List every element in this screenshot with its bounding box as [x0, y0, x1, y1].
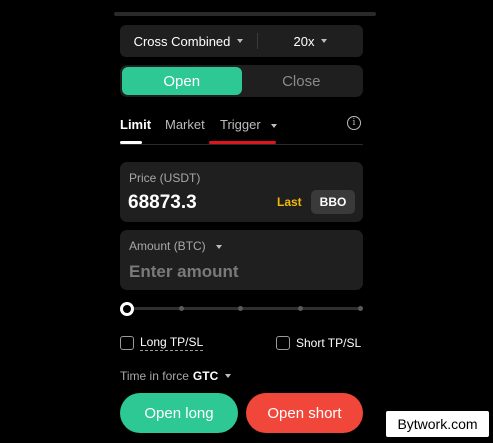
tab-trigger[interactable]: Trigger: [220, 117, 278, 132]
amount-label: Amount (BTC): [129, 239, 206, 253]
short-tpsl-label: Short TP/SL: [296, 336, 362, 350]
bbo-button[interactable]: BBO: [311, 190, 355, 214]
chevron-down-icon: [237, 39, 244, 43]
price-field[interactable]: Price (USDT) 68873.3 Last BBO: [120, 162, 363, 222]
slider-thumb[interactable]: [120, 302, 134, 316]
tab-market[interactable]: Market: [165, 117, 205, 132]
open-long-button[interactable]: Open long: [120, 393, 238, 433]
amount-slider[interactable]: [120, 302, 363, 316]
order-type-tabs: Limit Market Trigger i: [120, 113, 363, 145]
price-value[interactable]: 68873.3: [128, 192, 197, 214]
open-short-button[interactable]: Open short: [246, 393, 363, 433]
time-in-force-select[interactable]: Time in force GTC: [120, 369, 232, 383]
chevron-down-icon: [271, 123, 278, 128]
long-tpsl-option[interactable]: Long TP/SL: [120, 335, 204, 351]
margin-mode-select[interactable]: Cross Combined: [120, 25, 257, 57]
watermark: Bytwork.com: [386, 411, 489, 437]
amount-input[interactable]: [129, 260, 349, 284]
long-tpsl-label: Long TP/SL: [140, 335, 204, 351]
amount-unit-select[interactable]: Amount (BTC): [129, 239, 223, 253]
price-label: Price (USDT): [129, 171, 201, 185]
leverage-select[interactable]: 20x: [258, 25, 363, 57]
chevron-down-icon: [216, 244, 223, 249]
slider-step[interactable]: [358, 306, 363, 311]
slider-track: [126, 307, 361, 310]
slider-step[interactable]: [179, 306, 184, 311]
open-tab[interactable]: Open: [122, 67, 242, 95]
chevron-down-icon: [321, 39, 328, 43]
slider-step[interactable]: [238, 306, 243, 311]
info-icon[interactable]: i: [347, 116, 361, 130]
active-tab-indicator: [120, 141, 142, 144]
close-tab[interactable]: Close: [242, 67, 362, 95]
tab-trigger-label: Trigger: [220, 117, 261, 132]
margin-mode-label: Cross Combined: [133, 33, 231, 49]
tab-limit[interactable]: Limit: [120, 117, 151, 132]
trigger-highlight-underline: [209, 141, 276, 144]
margin-settings-bar: Cross Combined 20x: [120, 25, 363, 57]
short-tpsl-checkbox[interactable]: [276, 336, 290, 350]
amount-field: Amount (BTC): [120, 230, 363, 290]
time-in-force-value: GTC: [192, 369, 219, 383]
leverage-label: 20x: [293, 33, 315, 49]
long-tpsl-checkbox[interactable]: [120, 336, 134, 350]
top-divider: [114, 12, 376, 16]
open-close-toggle: Open Close: [120, 65, 363, 97]
time-in-force-label: Time in force: [120, 369, 189, 383]
short-tpsl-option[interactable]: Short TP/SL: [276, 335, 361, 351]
last-price-button[interactable]: Last: [277, 195, 302, 209]
chevron-down-icon: [225, 374, 232, 378]
slider-step[interactable]: [298, 306, 303, 311]
